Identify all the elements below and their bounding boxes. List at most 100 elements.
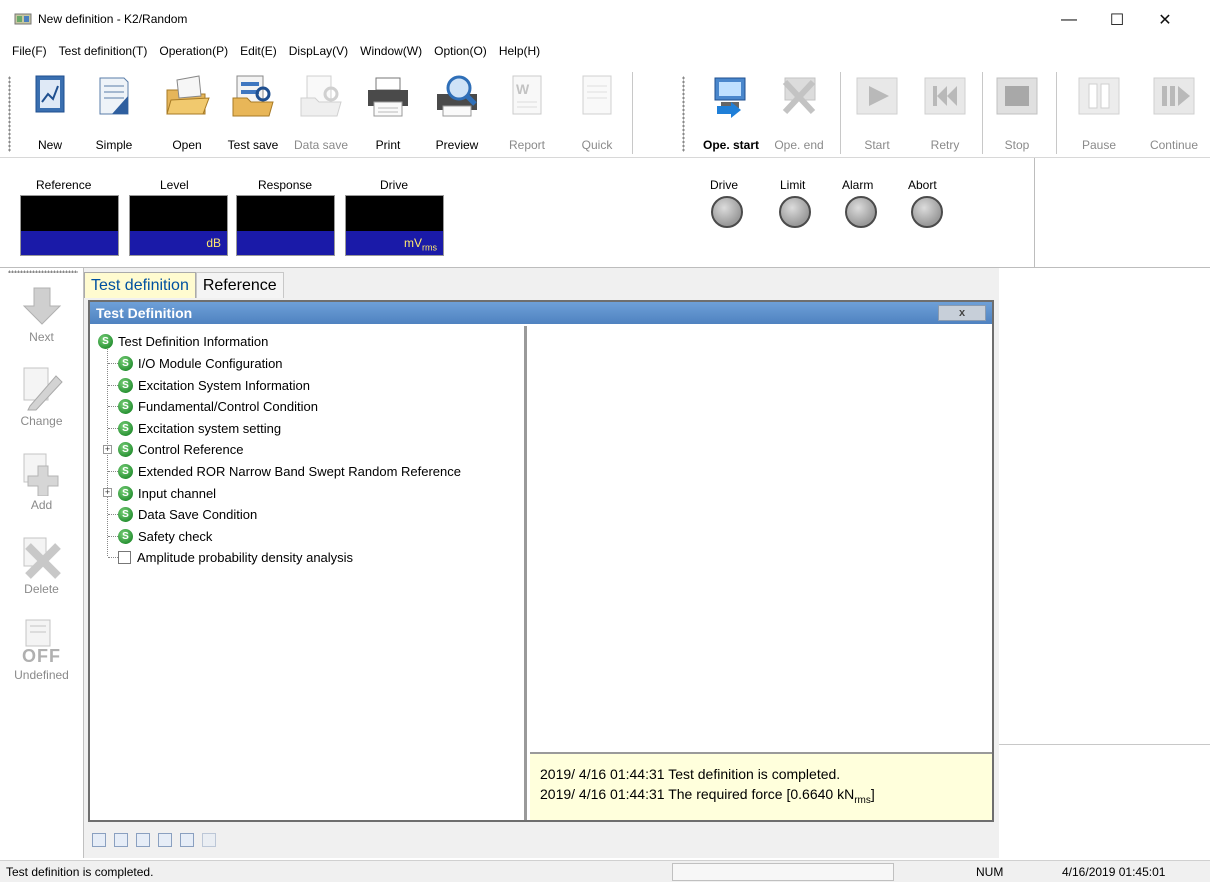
report-label: Report <box>508 138 546 152</box>
log-line-end: ] <box>870 786 875 802</box>
delete-button[interactable]: Delete <box>0 536 83 596</box>
toolbar-separator <box>982 72 983 154</box>
word-report-icon: W <box>512 75 542 115</box>
menu-test-definition[interactable]: Test definition(T) <box>53 44 154 58</box>
menu-operation[interactable]: Operation(P) <box>153 44 234 58</box>
export-icon[interactable] <box>180 833 194 847</box>
tree-item-amplitude-probability[interactable]: Amplitude probability density analysis <box>118 547 353 567</box>
alarm-lamp <box>845 196 877 228</box>
panel-close-button[interactable]: x <box>938 305 986 321</box>
maximize-button[interactable]: ☐ <box>1094 0 1140 40</box>
delete-x-icon <box>23 537 61 579</box>
off-badge: OFF <box>22 646 61 666</box>
change-button[interactable]: Change <box>0 364 83 428</box>
tree-item-input-channel[interactable]: S Input channel <box>118 483 216 503</box>
tree-item-excitation-setting[interactable]: S Excitation system setting <box>118 418 281 438</box>
pencil-edit-icon <box>23 367 63 411</box>
start-button[interactable]: Start <box>850 68 904 158</box>
menu-bar: File(F) Test definition(T) Operation(P) … <box>0 40 1210 62</box>
close-button[interactable]: ✕ <box>1142 0 1188 40</box>
data-save-button[interactable]: Data save <box>290 68 352 158</box>
tree-item-io-module[interactable]: S I/O Module Configuration <box>118 353 283 373</box>
menu-help[interactable]: Help(H) <box>493 44 546 58</box>
log-line-2: 2019/ 4/16 01:44:31 The required force [… <box>540 784 982 811</box>
tab-reference[interactable]: Reference <box>195 272 284 298</box>
status-ok-icon: S <box>118 441 133 457</box>
tree-item-ror-reference[interactable]: S Extended ROR Narrow Band Swept Random … <box>118 461 461 481</box>
test-save-button[interactable]: Test save <box>222 68 284 158</box>
tree-line <box>108 514 118 515</box>
svg-text:W: W <box>516 81 530 97</box>
tree-line <box>108 536 118 537</box>
open-label: Open <box>172 138 202 152</box>
app-icon <box>14 13 32 25</box>
ope-end-label: Ope. end <box>774 138 824 152</box>
toolbar: New Simple Open Test save Data save Prin… <box>0 68 1210 158</box>
status-bar: Test definition is completed. NUM 4/16/2… <box>0 860 1210 882</box>
drive-meter-unit-bar: mVrms <box>346 231 443 255</box>
ope-end-button[interactable]: Ope. end <box>772 68 826 158</box>
next-button[interactable]: Next <box>0 284 83 344</box>
tree-root[interactable]: S Test Definition Information <box>98 331 268 351</box>
menu-display[interactable]: DispLay(V) <box>283 44 354 58</box>
continue-button[interactable]: Continue <box>1142 68 1206 158</box>
right-divider <box>999 744 1210 745</box>
ope-start-button[interactable]: Ope. start <box>698 68 764 158</box>
limit-lamp-label: Limit <box>780 178 806 192</box>
expand-control-reference[interactable]: + <box>103 445 112 454</box>
open-folder-icon <box>166 75 210 115</box>
tree-item-control-reference[interactable]: S Control Reference <box>118 439 244 459</box>
response-meter-label: Response <box>258 178 313 192</box>
stop-icon <box>996 77 1038 115</box>
menu-option[interactable]: Option(O) <box>428 44 493 58</box>
remove-icon[interactable] <box>202 833 216 847</box>
import-icon[interactable] <box>158 833 172 847</box>
tree-item-safety-check[interactable]: S Safety check <box>118 526 212 546</box>
grid-view-icon[interactable] <box>92 833 106 847</box>
menu-window[interactable]: Window(W) <box>354 44 428 58</box>
preview-button[interactable]: Preview <box>430 68 484 158</box>
minimize-button[interactable]: — <box>1046 0 1092 40</box>
retry-button[interactable]: Retry <box>918 68 972 158</box>
expand-input-channel[interactable]: + <box>103 488 112 497</box>
level-meter: dB <box>129 195 228 256</box>
status-ok-icon: S <box>118 355 133 371</box>
tree-item-excitation-info[interactable]: S Excitation System Information <box>118 375 310 395</box>
tab-test-definition[interactable]: Test definition <box>84 272 196 298</box>
print-button[interactable]: Print <box>364 68 412 158</box>
unchecked-box-icon[interactable] <box>118 550 131 564</box>
menu-file[interactable]: File(F) <box>6 44 53 58</box>
title-bar: New definition - K2/Random — ☐ ✕ <box>0 0 1210 40</box>
tree-line <box>108 471 118 472</box>
reference-meter-unit <box>21 231 118 255</box>
quick-button[interactable]: Quick <box>574 68 620 158</box>
status-ok-icon: S <box>118 506 133 522</box>
tree-line <box>108 428 118 429</box>
simple-button[interactable]: Simple <box>92 68 136 158</box>
data-save-label: Data save <box>293 138 349 152</box>
retry-icon <box>924 77 966 115</box>
meter-panel: Reference Level Response Drive dB mVrms … <box>0 158 1210 268</box>
toolbar-separator <box>1056 72 1057 154</box>
undefined-button[interactable]: OFF Undefined <box>0 618 83 682</box>
toolbar-grip[interactable] <box>682 76 685 152</box>
add-button[interactable]: Add <box>0 452 83 512</box>
stop-button[interactable]: Stop <box>992 68 1042 158</box>
horizontal-split-icon[interactable] <box>114 833 128 847</box>
tree-item-data-save[interactable]: S Data Save Condition <box>118 504 257 524</box>
tree-item-label: Control Reference <box>138 441 244 457</box>
pause-button[interactable]: Pause <box>1074 68 1124 158</box>
drive-meter: mVrms <box>345 195 444 256</box>
vertical-split-icon[interactable] <box>136 833 150 847</box>
tree-item-fundamental[interactable]: S Fundamental/Control Condition <box>118 396 318 416</box>
open-button[interactable]: Open <box>162 68 212 158</box>
report-button[interactable]: W Report <box>504 68 550 158</box>
toolbar-grip[interactable] <box>8 76 11 152</box>
drive-lamp-label: Drive <box>710 178 739 192</box>
tree-line <box>108 406 118 407</box>
new-button[interactable]: New <box>28 68 72 158</box>
drive-meter-label: Drive <box>380 178 409 192</box>
menu-edit[interactable]: Edit(E) <box>234 44 283 58</box>
status-datetime: 4/16/2019 01:45:01 <box>1062 865 1166 879</box>
side-toolbar-grip[interactable] <box>8 270 78 273</box>
